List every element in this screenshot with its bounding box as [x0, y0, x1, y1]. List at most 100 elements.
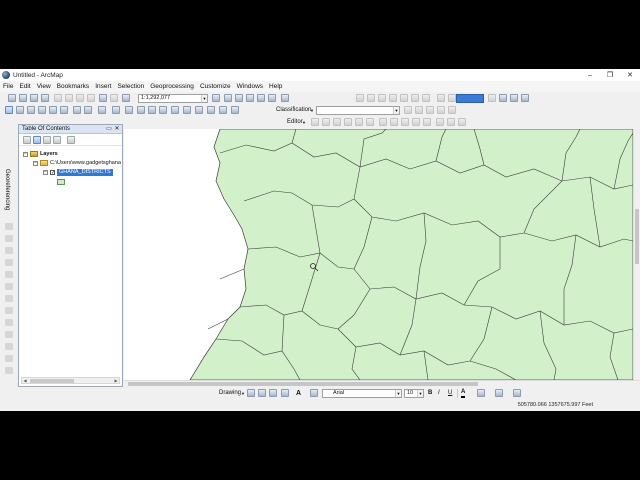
- toc-scroll-thumb[interactable]: [30, 379, 74, 383]
- classification-label[interactable]: Classification: [276, 106, 311, 115]
- fixed-zoom-in-icon[interactable]: [411, 94, 419, 102]
- menu-edit[interactable]: Edit: [16, 83, 33, 90]
- map-horizontal-scrollbar[interactable]: [124, 380, 640, 387]
- menu-bookmarks[interactable]: Bookmarks: [54, 83, 93, 90]
- zoom-whole-page-icon[interactable]: [389, 94, 397, 102]
- fixed-zoom-in-icon-2[interactable]: [49, 106, 57, 114]
- split-icon[interactable]: [412, 118, 420, 126]
- focus-data-frame-icon[interactable]: [488, 94, 496, 102]
- python-window-icon[interactable]: [268, 94, 276, 102]
- arctoolbox-icon[interactable]: [257, 94, 265, 102]
- zoom-in-icon[interactable]: [5, 106, 13, 114]
- update-display-icon[interactable]: [5, 343, 13, 350]
- new-document-icon[interactable]: [8, 94, 16, 102]
- italic-button[interactable]: I: [438, 389, 440, 398]
- print-icon[interactable]: [41, 94, 49, 102]
- pan-hand-icon[interactable]: [27, 106, 35, 114]
- chevron-down-icon[interactable]: ▼: [310, 106, 314, 115]
- shift-icon[interactable]: [5, 259, 13, 266]
- rotate-icon[interactable]: [5, 247, 13, 254]
- list-by-drawing-order-icon[interactable]: [23, 136, 31, 144]
- full-extent-globe-icon[interactable]: [38, 106, 46, 114]
- hyperlink-icon[interactable]: [148, 106, 156, 114]
- go-back-extent-icon[interactable]: [437, 94, 445, 102]
- layout-pan-icon[interactable]: [378, 94, 386, 102]
- menu-geoprocessing[interactable]: Geoprocessing: [147, 83, 197, 90]
- menu-file[interactable]: File: [0, 83, 16, 90]
- time-slider-icon[interactable]: [219, 106, 227, 114]
- toc-options-icon[interactable]: [67, 136, 75, 144]
- cut-icon[interactable]: [54, 94, 62, 102]
- chevron-down-icon[interactable]: ▼: [241, 389, 245, 398]
- open-folder-icon[interactable]: [19, 94, 27, 102]
- sketch-properties-icon[interactable]: [447, 118, 455, 126]
- map-scale-combo[interactable]: 1:1,292,077 ▼: [138, 94, 208, 103]
- district-map[interactable]: [124, 129, 633, 380]
- line-color-icon[interactable]: [495, 389, 503, 397]
- previous-extent-icon[interactable]: [73, 106, 81, 114]
- collapse-icon[interactable]: −: [43, 169, 48, 175]
- font-size-combo[interactable]: 10 ▼: [404, 389, 424, 398]
- collapse-icon[interactable]: −: [33, 160, 38, 166]
- find-icon[interactable]: [183, 106, 191, 114]
- close-icon[interactable]: ✕: [114, 126, 120, 132]
- layout-zoom-combo[interactable]: [456, 94, 484, 103]
- maximize-button[interactable]: ❐: [600, 69, 620, 81]
- auto-hide-pin-icon[interactable]: ▭: [106, 126, 112, 132]
- map-vertical-scrollbar[interactable]: [633, 129, 640, 380]
- attributes-icon[interactable]: [436, 118, 444, 126]
- bold-button[interactable]: B: [428, 389, 432, 398]
- add-control-points-icon[interactable]: [5, 223, 13, 230]
- classification-options-icon[interactable]: [415, 106, 423, 114]
- next-extent-icon[interactable]: [84, 106, 92, 114]
- create-viewer-window-icon[interactable]: [231, 106, 239, 114]
- list-by-visibility-icon[interactable]: [43, 136, 51, 144]
- underline-button[interactable]: U: [448, 389, 452, 398]
- paste-icon[interactable]: [76, 94, 84, 102]
- tree-layer-ghana-districts[interactable]: − ✓ GHANA_DISTRICTS: [43, 168, 113, 176]
- auto-registration-icon[interactable]: [5, 331, 13, 338]
- add-data-icon[interactable]: [122, 94, 130, 102]
- identify-icon[interactable]: [137, 106, 145, 114]
- layout-zoom-out-icon[interactable]: [367, 94, 375, 102]
- select-elements-arrow-icon[interactable]: [125, 106, 133, 114]
- fixed-zoom-out-icon[interactable]: [422, 94, 430, 102]
- menu-customize[interactable]: Customize: [197, 83, 234, 90]
- find-route-icon[interactable]: [195, 106, 203, 114]
- end-point-arc-icon[interactable]: [344, 118, 352, 126]
- list-by-selection-icon[interactable]: [53, 136, 61, 144]
- training-sample-icon[interactable]: [426, 106, 434, 114]
- polygon-symbol-swatch[interactable]: [57, 179, 65, 185]
- layer-visibility-checkbox[interactable]: ✓: [50, 169, 55, 175]
- rotate-icon[interactable]: [423, 118, 431, 126]
- scroll-right-icon[interactable]: ▶: [113, 378, 119, 383]
- menu-selection[interactable]: Selection: [114, 83, 147, 90]
- create-features-icon[interactable]: [458, 118, 466, 126]
- scroll-left-icon[interactable]: ◀: [22, 378, 28, 383]
- minimize-button[interactable]: –: [580, 69, 600, 81]
- select-link-icon[interactable]: [5, 283, 13, 290]
- catalog-window-icon[interactable]: [235, 94, 243, 102]
- data-driven-pages-icon[interactable]: [510, 94, 518, 102]
- change-layout-icon[interactable]: [499, 94, 507, 102]
- straight-segment-icon[interactable]: [333, 118, 341, 126]
- delete-link-icon[interactable]: [5, 307, 13, 314]
- measure-icon[interactable]: [171, 106, 179, 114]
- zoom-out-icon[interactable]: [16, 106, 24, 114]
- scale-icon[interactable]: [5, 271, 13, 278]
- chevron-down-icon[interactable]: ▼: [302, 118, 306, 127]
- point-icon[interactable]: [366, 118, 374, 126]
- map-view[interactable]: [124, 129, 640, 380]
- zoom-to-selected-icon[interactable]: [269, 389, 277, 397]
- classification-combo[interactable]: ▼: [316, 106, 400, 115]
- font-name-combo[interactable]: Arial ▼: [322, 389, 402, 398]
- select-elements-icon[interactable]: [247, 389, 255, 397]
- go-to-xy-icon[interactable]: [207, 106, 215, 114]
- map-hscroll-thumb[interactable]: [128, 382, 478, 386]
- new-text-icon[interactable]: A: [296, 389, 301, 398]
- redo-icon[interactable]: [110, 94, 118, 102]
- editor-menu[interactable]: Editor: [287, 118, 303, 127]
- binoculars-icon[interactable]: [521, 94, 529, 102]
- cut-polygons-icon[interactable]: [401, 118, 409, 126]
- trace-icon[interactable]: [355, 118, 363, 126]
